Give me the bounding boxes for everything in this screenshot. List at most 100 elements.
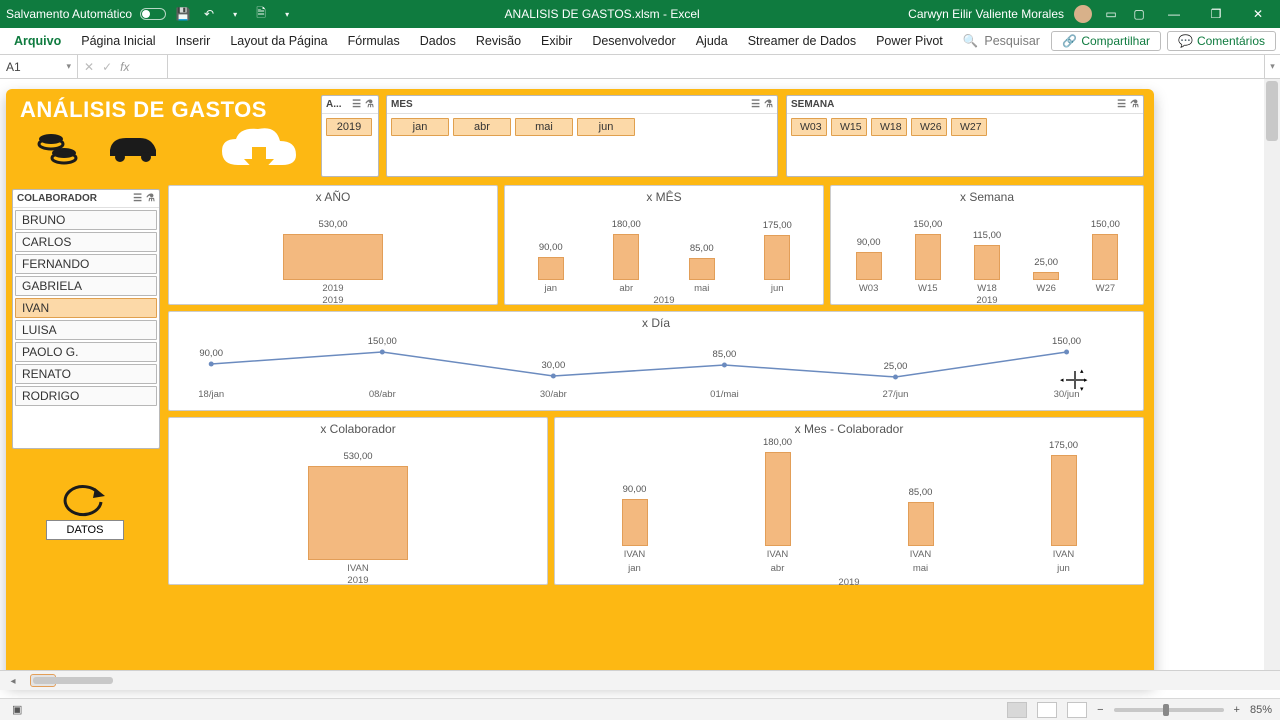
datos-button[interactable]: DATOS [42,484,128,540]
view-normal-button[interactable] [1007,702,1027,718]
slicer-item[interactable]: PAOLO G. [15,342,157,362]
chart-dia[interactable]: x Día90,0018/jan150,0008/abr30,0030/abr8… [168,311,1144,411]
bar-label: 530,00 [343,451,372,462]
tab-powerpivot[interactable]: Power Pivot [866,28,953,55]
bar-category: jun [771,283,784,294]
tab-exibir[interactable]: Exibir [531,28,582,55]
zoom-slider[interactable] [1114,708,1224,712]
enter-icon[interactable]: ✓ [102,60,112,74]
multiselect-icon[interactable]: ☰ [352,99,361,110]
tab-inserir[interactable]: Inserir [166,28,221,55]
fx-icon[interactable]: fx [120,60,129,74]
expand-formula-icon[interactable]: ▾ [1264,55,1280,78]
slicer-item[interactable]: jun [577,118,635,136]
multiselect-icon[interactable]: ☰ [133,193,142,204]
formula-bar: A1▾ ✕ ✓ fx ▾ [0,55,1280,79]
search-box[interactable]: 🔍 Pesquisar [963,34,1040,49]
slicer-item[interactable]: GABRIELA [15,276,157,296]
tab-formulas[interactable]: Fórmulas [338,28,410,55]
slicer-item[interactable]: mai [515,118,573,136]
minimize-button[interactable]: — [1158,4,1190,24]
clear-filter-icon[interactable]: ⚗ [1130,99,1139,110]
slicer-colaborador[interactable]: COLABORADOR☰⚗ BRUNOCARLOSFERNANDOGABRIEL… [12,189,160,449]
bar [765,452,791,546]
chart-colaborador[interactable]: x Colaborador530,00IVAN2019 [168,417,548,585]
clear-filter-icon[interactable]: ⚗ [365,99,374,110]
clear-filter-icon[interactable]: ⚗ [764,99,773,110]
autosave-toggle[interactable] [140,8,166,20]
share-button[interactable]: 🔗Compartilhar [1051,31,1161,51]
bar-category: 2019 [322,283,343,294]
restore-button[interactable]: ❐ [1200,4,1232,24]
view-pagebreak-button[interactable] [1067,702,1087,718]
chart-mes-colaborador[interactable]: x Mes - Colaborador90,00IVANjan180,00IVA… [554,417,1144,585]
zoom-value[interactable]: 85% [1250,704,1272,716]
tab-streamer[interactable]: Streamer de Dados [738,28,866,55]
bar-label: 150,00 [1091,219,1120,230]
bar [622,499,648,546]
clear-filter-icon[interactable]: ⚗ [146,193,155,204]
new-file-icon[interactable]: 🗎 [252,5,270,23]
save-icon[interactable]: 💾 [174,5,192,23]
cancel-icon[interactable]: ✕ [84,60,94,74]
ribbon-display-icon[interactable]: ▭ [1102,5,1120,23]
slicer-mes[interactable]: MES☰⚗ janabrmaijun [386,95,778,177]
close-button[interactable]: ✕ [1242,4,1274,24]
slicer-item[interactable]: W26 [911,118,947,136]
namebox-dd-icon[interactable]: ▾ [66,61,71,72]
name-box[interactable]: A1▾ [0,55,78,78]
title-bar: Salvamento Automático 💾 ↶ ▾ 🗎 ▾ ANALISIS… [0,0,1280,28]
view-pagelayout-button[interactable] [1037,702,1057,718]
slicer-item[interactable]: 2019 [326,118,372,136]
undo-dd-icon[interactable]: ▾ [226,5,244,23]
search-icon: 🔍 [963,34,979,49]
tab-dados[interactable]: Dados [410,28,466,55]
window-mode-icon[interactable]: ▢ [1130,5,1148,23]
avatar[interactable] [1074,5,1092,23]
slicer-item[interactable]: jan [391,118,449,136]
slicer-item[interactable]: RENATO [15,364,157,384]
tab-revisao[interactable]: Revisão [466,28,531,55]
tab-arquivo[interactable]: Arquivo [4,28,71,55]
sheet-nav-left-icon[interactable]: ◂ [6,674,20,688]
slicer-item[interactable]: W15 [831,118,867,136]
tab-layout[interactable]: Layout da Página [220,28,337,55]
ribbon: Arquivo Página Inicial Inserir Layout da… [0,28,1280,55]
multiselect-icon[interactable]: ☰ [1117,99,1126,110]
horizontal-scroll-area: ◂ [0,670,1280,690]
zoom-out-button[interactable]: − [1097,704,1103,716]
slicer-item[interactable]: LUISA [15,320,157,340]
chart-mes[interactable]: x MÊS90,00jan180,00abr85,00mai175,00jun2… [504,185,824,305]
tab-ajuda[interactable]: Ajuda [686,28,738,55]
vertical-scrollbar[interactable] [1264,79,1280,690]
coins-icon [36,129,80,165]
zoom-in-button[interactable]: + [1234,704,1240,716]
refresh-icon [57,484,113,518]
slicer-ano[interactable]: A...☰⚗ 2019 [321,95,379,177]
chart-semana[interactable]: x Semana90,00W03150,00W15115,00W1825,00W… [830,185,1144,305]
multiselect-icon[interactable]: ☰ [751,99,760,110]
chart-ano[interactable]: x AÑO530,0020192019 [168,185,498,305]
slicer-item[interactable]: W03 [791,118,827,136]
comments-button[interactable]: 💬Comentários [1167,31,1276,51]
slicer-item[interactable]: abr [453,118,511,136]
slicer-item[interactable]: IVAN [15,298,157,318]
slicer-item[interactable]: BRUNO [15,210,157,230]
slicer-item[interactable]: CARLOS [15,232,157,252]
undo-icon[interactable]: ↶ [200,5,218,23]
slicer-semana[interactable]: SEMANA ☰ ⚗ W03W15W18W26W27 [786,95,1144,177]
tab-dev[interactable]: Desenvolvedor [582,28,685,55]
dashboard: ANÁLISIS DE GASTOS A...☰⚗ 2019 MES☰⚗ jan… [6,89,1154,683]
slicer-item[interactable]: RODRIGO [15,386,157,406]
cloud-download-icon[interactable] [216,125,302,185]
bar [308,466,408,560]
slicer-item[interactable]: FERNANDO [15,254,157,274]
bar-label: 115,00 [973,230,1001,241]
macro-record-icon[interactable]: ▣ [12,703,22,716]
qat-dd-icon[interactable]: ▾ [278,5,296,23]
slicer-sem-label: SEMANA [791,99,834,110]
slicer-item[interactable]: W18 [871,118,907,136]
slicer-item[interactable]: W27 [951,118,987,136]
horizontal-scrollbar[interactable] [30,674,56,687]
tab-inicio[interactable]: Página Inicial [71,28,165,55]
